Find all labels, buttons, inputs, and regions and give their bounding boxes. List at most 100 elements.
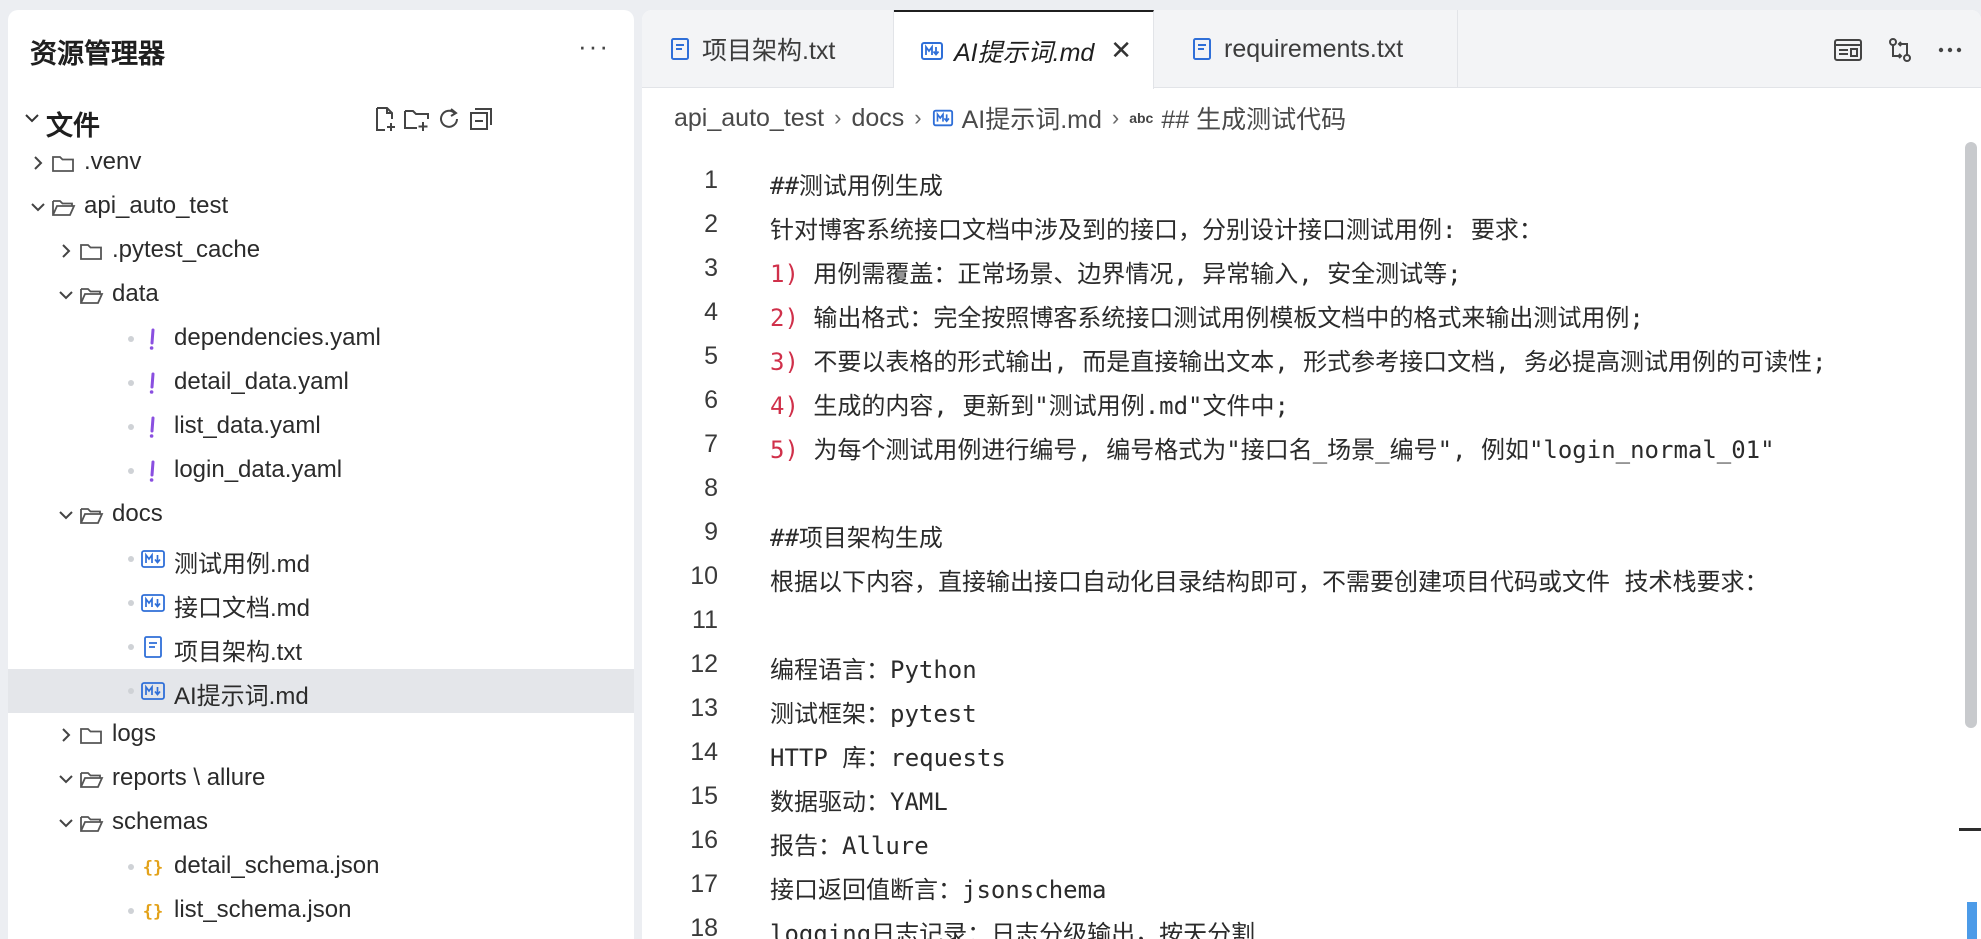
tree-file[interactable]: 项目架构.txt <box>8 625 634 669</box>
chevron-down-icon <box>31 203 45 212</box>
code-line[interactable]: 9 ##项目架构生成 <box>642 512 1959 556</box>
tree-folder[interactable]: docs <box>8 493 634 537</box>
tree-item-label: .pytest_cache <box>112 236 261 263</box>
code-editor[interactable]: 1 ##测试用例生成 2 针对博客系统接口文档中涉及到的接口，分别设计接口测试用例: … <box>642 160 1959 939</box>
tree-folder[interactable]: .venv <box>8 141 634 185</box>
code-line[interactable]: 16 报告：Allure <box>642 820 1959 864</box>
line-text: 用例需覆盖：正常场景、边界情况, 异常输入, 安全测试等; <box>798 260 1462 288</box>
tab-ai-prompt[interactable]: AI提示词.md ✕ <box>894 10 1154 89</box>
code-line[interactable]: 7 5) 为每个测试用例进行编号, 编号格式为"接口名_场景_编号", 例如"lo… <box>642 424 1959 468</box>
code-line[interactable]: 6 4) 生成的内容, 更新到"测试用例.md"文件中; <box>642 380 1959 424</box>
new-file-button[interactable] <box>370 104 400 134</box>
line-text: 针对博客系统接口文档中涉及到的接口，分别设计接口测试用例: 要求： <box>770 216 1543 244</box>
explorer-header: 资源管理器 ··· <box>8 10 634 90</box>
breadcrumb-file[interactable]: AI提示词.md <box>962 100 1102 136</box>
tree-file[interactable]: {} detail_schema.json <box>8 845 634 889</box>
code-line[interactable]: 8 <box>642 468 1959 512</box>
chevron-right-icon <box>34 156 43 170</box>
tree-file[interactable]: detail_data.yaml <box>8 361 634 405</box>
line-text: 为每个测试用例进行编号, 编号格式为"接口名_场景_编号", 例如"login_… <box>798 436 1775 464</box>
tree-item-label: login_data.yaml <box>174 456 343 483</box>
tree-file[interactable]: 测试用例.md <box>8 537 634 581</box>
line-content: 编程语言：Python <box>770 650 977 685</box>
tree-file[interactable]: AI提示词.md <box>8 669 634 713</box>
tree-file[interactable]: dependencies.yaml <box>8 317 634 361</box>
breadcrumb-heading[interactable]: ## 生成测试代码 <box>1161 100 1346 136</box>
code-line[interactable]: 13 测试框架：pytest <box>642 688 1959 732</box>
overview-ruler-cursor <box>1967 902 1977 939</box>
tree-file[interactable]: 接口文档.md <box>8 581 634 625</box>
code-line[interactable]: 17 接口返回值断言：jsonschema <box>642 864 1959 908</box>
vertical-scrollbar[interactable] <box>1959 138 1981 939</box>
line-number: 14 <box>690 738 718 766</box>
json-icon: {} <box>143 902 163 922</box>
tab-label: 项目架构.txt <box>702 37 836 65</box>
tree-item-label: api_auto_test <box>84 192 229 219</box>
code-line[interactable]: 4 2) 输出格式：完全按照博客系统接口测试用例模板文档中的格式来输出测试用例; <box>642 292 1959 336</box>
text-file-icon <box>144 636 162 658</box>
tab-requirements[interactable]: requirements.txt <box>1154 10 1458 88</box>
code-line[interactable]: 11 <box>642 600 1959 644</box>
scrollbar-thumb[interactable] <box>1965 142 1977 728</box>
indent-guide-dot <box>128 644 134 650</box>
tree-file[interactable]: {} list_schema.json <box>8 889 634 933</box>
line-content: logging日志记录：日志分级输出，按天分割 <box>770 914 1255 939</box>
code-line[interactable]: 3 1) 用例需覆盖：正常场景、边界情况, 异常输入, 安全测试等; <box>642 248 1959 292</box>
list-number: 2) <box>770 304 799 332</box>
close-icon[interactable]: ✕ <box>1110 35 1132 66</box>
line-text: 根据以下内容，直接输出接口自动化目录结构即可，不需要创建项目代码或文件 技术栈要… <box>770 568 1769 596</box>
line-number: 17 <box>690 870 718 898</box>
line-number: 5 <box>704 342 718 370</box>
section-title: 文件 <box>46 111 100 141</box>
folder-open-icon <box>80 816 104 832</box>
tree-folder[interactable]: .pytest_cache <box>8 229 634 273</box>
indent-guide-dot <box>128 908 134 914</box>
new-folder-button[interactable] <box>402 104 432 134</box>
preview-button[interactable] <box>1832 34 1864 66</box>
compare-changes-button[interactable] <box>1884 34 1916 66</box>
line-content: HTTP 库：requests <box>770 738 1006 773</box>
line-number: 8 <box>704 474 718 502</box>
tree-folder[interactable]: api_auto_test <box>8 185 634 229</box>
more-actions-icon[interactable]: ··· <box>578 33 610 59</box>
collapse-all-button[interactable] <box>466 104 496 134</box>
line-number: 11 <box>692 606 718 634</box>
code-line[interactable]: 12 编程语言：Python <box>642 644 1959 688</box>
tree-item-label: detail_schema.json <box>174 852 380 879</box>
code-line[interactable]: 10 根据以下内容，直接输出接口自动化目录结构即可，不需要创建项目代码或文件 技术… <box>642 556 1959 600</box>
breadcrumb-project[interactable]: api_auto_test <box>674 104 824 133</box>
code-line[interactable]: 2 针对博客系统接口文档中涉及到的接口，分别设计接口测试用例: 要求： <box>642 204 1959 248</box>
tree-folder[interactable]: reports \ allure <box>8 757 634 801</box>
string-symbol-icon: abc <box>1129 110 1154 126</box>
indent-guide-dot <box>128 556 134 562</box>
tree-folder[interactable]: schemas <box>8 801 634 845</box>
tree-folder[interactable]: data <box>8 273 634 317</box>
tree-file[interactable]: login_data.yaml <box>8 449 634 493</box>
tree-file[interactable]: list_data.yaml <box>8 405 634 449</box>
chevron-down-icon <box>59 511 73 520</box>
tree-item-label: .venv <box>84 148 142 175</box>
tree-folder[interactable]: logs <box>8 713 634 757</box>
tree-item-label: AI提示词.md <box>174 683 309 710</box>
tab-project-structure[interactable]: 项目架构.txt <box>642 10 894 88</box>
code-line[interactable]: 18 logging日志记录：日志分级输出，按天分割 <box>642 908 1959 939</box>
code-line[interactable]: 1 ##测试用例生成 <box>642 160 1959 204</box>
refresh-icon <box>440 108 458 128</box>
list-number: 1) <box>770 260 799 288</box>
code-line[interactable]: 5 3) 不要以表格的形式输出, 而是直接输出文本, 形式参考接口文档, 务必提高… <box>642 336 1959 380</box>
line-number: 4 <box>704 298 718 326</box>
code-line[interactable]: 15 数据驱动：YAML <box>642 776 1959 820</box>
folder-open-icon <box>52 200 76 216</box>
line-text: 输出格式：完全按照博客系统接口测试用例模板文档中的格式来输出测试用例; <box>798 304 1644 332</box>
tab-label: requirements.txt <box>1224 34 1404 63</box>
tree-item-label: list_schema.json <box>174 896 352 923</box>
refresh-button[interactable] <box>434 104 464 134</box>
editor-more-button[interactable] <box>1934 34 1966 66</box>
overview-ruler-marker <box>1959 828 1981 831</box>
code-line[interactable]: 14 HTTP 库：requests <box>642 732 1959 776</box>
breadcrumb-docs[interactable]: docs <box>851 104 904 133</box>
markdown-icon <box>921 41 943 60</box>
files-section-header[interactable]: 文件 <box>8 96 634 141</box>
folder-icon <box>52 156 74 172</box>
new-file-icon <box>376 107 395 131</box>
